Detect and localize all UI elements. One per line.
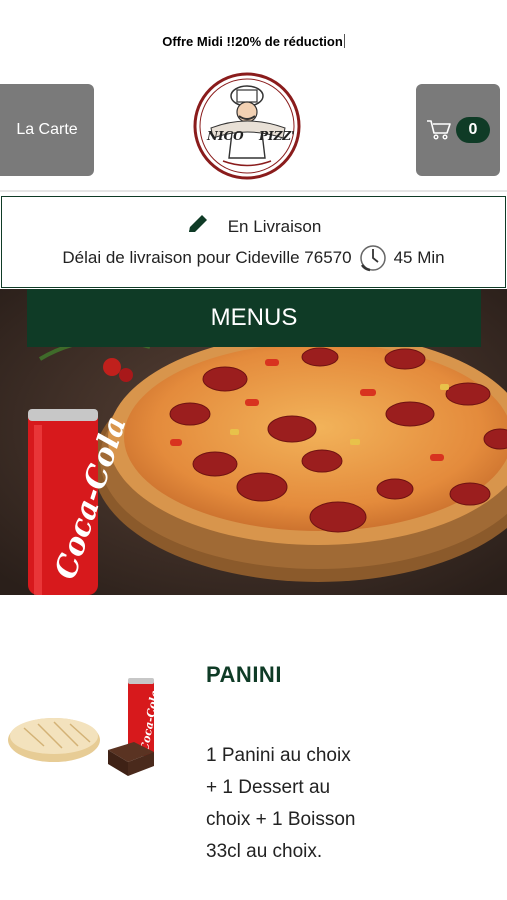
la-carte-button[interactable]: La Carte [0,84,94,176]
promo-banner: Offre Midi !!20% de réduction [0,34,507,49]
clock-icon [359,245,386,272]
menu-item-title[interactable]: PANINI [206,662,282,688]
menus-category-bar[interactable]: MENUS [27,289,481,347]
delivery-delay-row: Délai de livraison pour Cideville 76570 … [2,243,505,273]
delivery-info-panel[interactable]: En Livraison Délai de livraison pour Cid… [1,196,506,288]
nico-pizz-logo[interactable]: NICO PIZZ' [193,66,301,186]
delivery-mode-row[interactable]: En Livraison [2,213,505,237]
cart-button[interactable]: 0 [416,84,500,176]
header-divider [0,190,507,192]
promo-text: Offre Midi !!20% de réduction [162,34,343,49]
text-caret [343,34,345,48]
pencil-icon [188,215,207,232]
la-carte-label: La Carte [16,121,78,138]
logo-text-right: PIZZ' [258,129,295,143]
delivery-delay-text: Délai de livraison pour Cideville 76570 [62,248,352,267]
panini-product-image[interactable]: Coca-Cola [4,672,166,782]
delivery-mode-label: En Livraison [227,217,322,236]
delivery-delay-value: 45 Min [393,248,445,267]
menu-item-description: 1 Panini au choix + 1 Dessert au choix +… [206,745,356,862]
logo-text-left: NICO [206,129,244,143]
cart-icon [427,120,451,140]
menus-category-label: MENUS [210,304,298,331]
cart-count-badge: 0 [456,117,490,143]
